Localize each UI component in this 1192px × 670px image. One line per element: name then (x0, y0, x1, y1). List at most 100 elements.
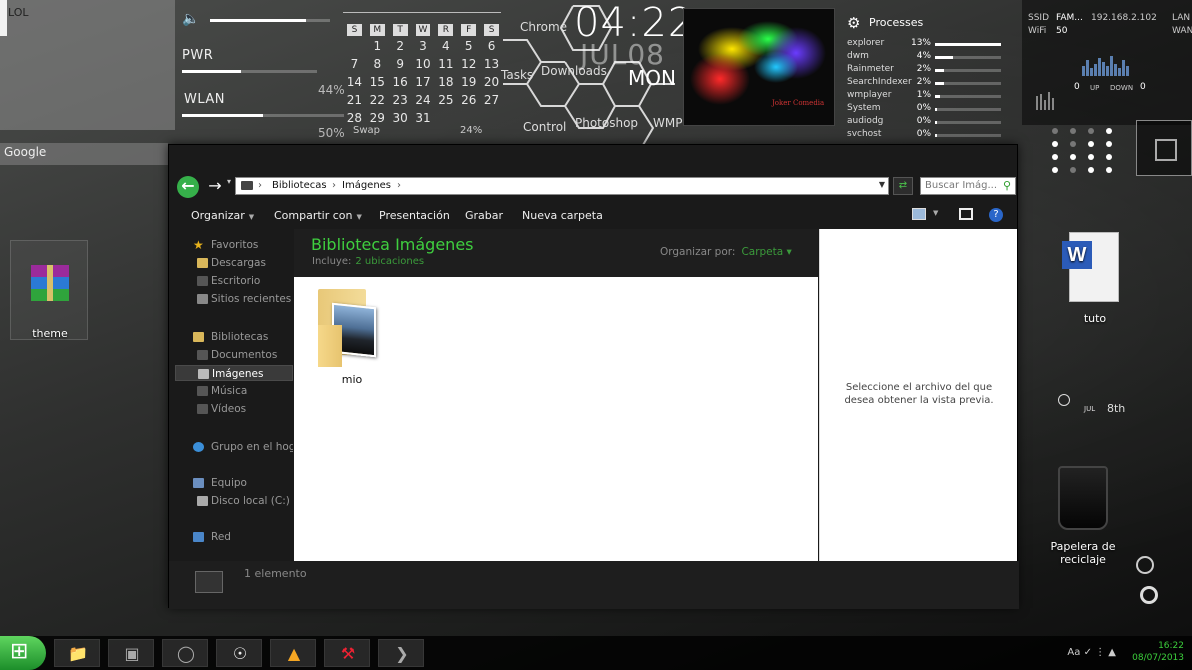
refresh-button[interactable]: ⇄ (893, 177, 913, 195)
launcher-tasks[interactable]: Tasks (501, 68, 533, 82)
launcher-chrome[interactable]: Chrome (520, 20, 567, 34)
navigation-pane: ★ Favoritos Descargas Escritorio Sitios r… (175, 233, 295, 605)
start-button[interactable] (0, 636, 46, 670)
volume-bar[interactable] (210, 19, 330, 22)
nav-homegroup[interactable]: Grupo en el hogar (175, 439, 293, 455)
view-dropdown-icon[interactable]: ▼ (933, 209, 938, 217)
address-bar[interactable]: › Bibliotecas › Imágenes › ▼ (235, 177, 889, 195)
desktop-icon-theme[interactable]: theme (10, 240, 88, 340)
nav-computer[interactable]: Equipo (175, 475, 293, 491)
wifi-value: 50 (1056, 26, 1068, 36)
items-icon (195, 571, 223, 593)
desktop-icon-recycle-bin[interactable]: Papelera de reciclaje (1048, 462, 1118, 572)
disk-icon (197, 496, 208, 506)
ring-icon[interactable] (1136, 556, 1154, 574)
wifi-label: WiFi (1028, 26, 1047, 36)
search-icon[interactable]: ⚲ (1003, 179, 1011, 192)
taskbar-vlc[interactable]: ▲ (270, 639, 316, 667)
homegroup-icon (193, 442, 204, 452)
desktop-icon-theme-label: theme (32, 327, 68, 340)
google-widget[interactable]: Google (0, 143, 168, 165)
media-icon: ▣ (124, 644, 140, 663)
breadcrumb-bibliotecas[interactable]: Bibliotecas (272, 180, 327, 191)
taskbar-clock[interactable]: 16:22 08/07/2013 (1132, 640, 1184, 664)
nav-favorites[interactable]: ★ Favoritos (175, 237, 293, 253)
calendar-day-header: T (392, 24, 408, 36)
taskbar-media[interactable]: ▣ (108, 639, 154, 667)
breadcrumb-imagenes[interactable]: Imágenes (342, 180, 391, 191)
taskbar-shield[interactable]: ◯ (162, 639, 208, 667)
forward-button[interactable]: → (205, 176, 225, 196)
process-bar (935, 56, 1001, 59)
nav-local-disk[interactable]: Disco local (C:) (175, 493, 293, 509)
organize-button[interactable]: Organizar ▼ (191, 209, 254, 222)
breadcrumb-separator-icon: › (397, 180, 401, 191)
process-row: dwm 4% (847, 51, 1005, 64)
presentation-button[interactable]: Presentación (379, 209, 450, 222)
taskbar-tools[interactable]: ⚒ (324, 639, 370, 667)
calendar-day: 18 (438, 75, 454, 89)
process-percent: 2% (916, 77, 931, 87)
dot (1070, 141, 1076, 147)
folder-front (318, 325, 342, 367)
nav-music[interactable]: Música (175, 383, 293, 399)
ssid-value: FAM... (1056, 13, 1083, 23)
view-options-icon[interactable] (912, 208, 926, 220)
help-icon[interactable]: ? (989, 208, 1003, 222)
ring-icon-2[interactable] (1140, 586, 1158, 604)
square-widget[interactable] (1136, 120, 1192, 176)
process-percent: 0% (916, 116, 931, 126)
network-widget: SSID FAM... 192.168.2.102 LAN WiFi 50 WA… (1022, 0, 1192, 125)
burn-button[interactable]: Grabar (465, 209, 503, 222)
taskbar-explorer[interactable]: 📁 (54, 639, 100, 667)
calendar-day: 4 (442, 39, 450, 53)
history-dropdown-icon[interactable]: ▾ (227, 177, 231, 186)
preview-pane-icon[interactable] (959, 208, 973, 220)
calendar-day: 3 (419, 39, 427, 53)
system-tray[interactable]: Aa ✓ ⋮ ▲ (1067, 647, 1116, 658)
file-list[interactable]: Biblioteca Imágenes Incluye: 2 ubicacione… (294, 229, 818, 561)
launcher-photoshop[interactable]: Photoshop (575, 116, 638, 130)
library-title: Biblioteca Imágenes (311, 235, 474, 254)
library-locations-link[interactable]: 2 ubicaciones (355, 256, 424, 267)
ssid-label: SSID (1028, 13, 1050, 23)
nav-network[interactable]: Red (175, 529, 293, 545)
album-art[interactable]: Joker Comedia (683, 8, 835, 126)
speaker-icon[interactable]: 🔈 (182, 11, 199, 27)
nav-recent[interactable]: Sitios recientes (175, 291, 293, 307)
swap-label: Swap (353, 125, 381, 136)
explorer-window[interactable]: ← → ▾ › Bibliotecas › Imágenes › ▼ ⇄ Bus… (168, 144, 1019, 609)
nav-downloads[interactable]: Descargas (175, 255, 293, 271)
taskbar-chrome[interactable]: ☉ (216, 639, 262, 667)
back-button[interactable]: ← (177, 176, 199, 198)
address-row: ← → ▾ › Bibliotecas › Imágenes › ▼ ⇄ Bus… (169, 173, 1019, 199)
process-bar (935, 134, 1001, 137)
desktop-icon-tuto[interactable]: W tuto (1055, 230, 1135, 330)
search-input[interactable]: Buscar Imág... ⚲ (920, 177, 1016, 195)
dot (1052, 141, 1058, 147)
process-percent: 4% (916, 51, 931, 61)
nav-libraries[interactable]: Bibliotecas (175, 329, 293, 345)
swap-percent: 24% (460, 125, 483, 136)
taskbar-terminal[interactable]: ❯ (378, 639, 424, 667)
calendar: S M T W R F S 1 2 3 4 5 6 7 8 9 10 11 12 13 14 15 16 17 18 19 20 21… (343, 24, 503, 126)
nav-desktop[interactable]: Escritorio (175, 273, 293, 289)
recycle-bin-icon (1058, 466, 1108, 530)
desktop-icon-tuto-label: tuto (1083, 312, 1107, 325)
new-folder-button[interactable]: Nueva carpeta (522, 209, 603, 222)
nav-images[interactable]: Imágenes (175, 365, 293, 381)
calendar-day (480, 110, 503, 126)
breadcrumb-separator-icon: › (332, 180, 336, 191)
dot (1106, 141, 1112, 147)
calendar-day: 1 (373, 39, 382, 53)
images-icon (198, 369, 209, 379)
address-dropdown-icon[interactable]: ▼ (879, 180, 885, 189)
dot (1088, 141, 1094, 147)
arrange-by-dropdown[interactable]: Carpeta ▾ (741, 246, 791, 258)
calendar-day: 19 (461, 75, 477, 89)
nav-videos[interactable]: Vídeos (175, 401, 293, 417)
launcher-wmp[interactable]: WMP (653, 116, 682, 130)
launcher-control[interactable]: Control (523, 120, 566, 134)
share-button[interactable]: Compartir con ▼ (274, 209, 362, 222)
nav-documents[interactable]: Documentos (175, 347, 293, 363)
